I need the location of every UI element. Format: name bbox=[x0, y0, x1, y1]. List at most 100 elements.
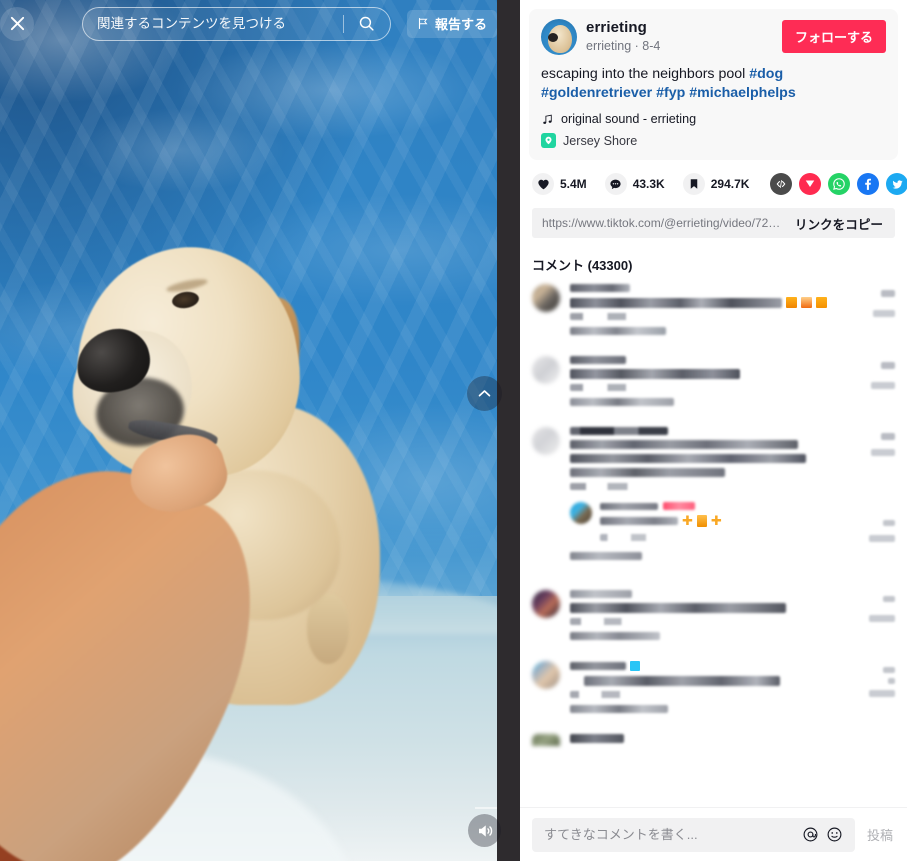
avatar-dog-nose bbox=[548, 33, 558, 42]
copy-link-button[interactable]: リンクをコピー bbox=[783, 214, 895, 233]
comment-item[interactable] bbox=[532, 661, 895, 718]
comment-like-column[interactable] bbox=[871, 433, 895, 461]
post-meta-card: errieting errieting · 8-4 フォローする escapin… bbox=[529, 9, 898, 160]
comment-avatar[interactable] bbox=[532, 284, 560, 312]
reply-text-redacted bbox=[600, 516, 678, 525]
caption-text: escaping into the neighbors pool bbox=[541, 66, 750, 82]
volume-button[interactable] bbox=[468, 814, 501, 847]
embed-code-icon[interactable] bbox=[770, 173, 793, 195]
comment-count: 43.3K bbox=[632, 177, 665, 191]
comment-body: ✚ ✚ bbox=[570, 427, 895, 574]
comment-username-redacted bbox=[570, 427, 668, 435]
tiktok-video-modal: 報告する errieting bbox=[0, 0, 907, 861]
comment-actions-redacted[interactable] bbox=[570, 327, 666, 335]
send-to-friends-icon[interactable] bbox=[799, 173, 822, 195]
comment-meta-redacted bbox=[570, 691, 636, 698]
comment-like-column[interactable] bbox=[869, 596, 895, 627]
reply-emoji-3: ✚ bbox=[710, 513, 722, 528]
reply-emoji-2 bbox=[696, 514, 707, 527]
avatar[interactable] bbox=[541, 19, 577, 55]
author-handle-date: errieting · 8-4 bbox=[586, 39, 661, 53]
bookmark-icon bbox=[682, 173, 705, 195]
hashtag-fyp[interactable]: #fyp bbox=[656, 85, 685, 101]
comment-body bbox=[570, 356, 895, 411]
previous-video-button[interactable] bbox=[467, 376, 502, 411]
reply-avatar[interactable] bbox=[570, 502, 592, 524]
comment-username-redacted bbox=[570, 734, 624, 743]
at-mention-icon[interactable] bbox=[799, 823, 823, 847]
like-stat[interactable]: 5.4M bbox=[532, 173, 587, 195]
close-button[interactable] bbox=[0, 6, 34, 41]
location-pin-icon bbox=[541, 133, 556, 148]
comment-item[interactable] bbox=[532, 284, 895, 340]
comment-item[interactable]: ✚ ✚ bbox=[532, 427, 895, 574]
comment-actions-redacted[interactable] bbox=[570, 398, 674, 406]
comment-avatar[interactable] bbox=[532, 661, 560, 689]
emoji-smiley-icon[interactable] bbox=[823, 823, 847, 847]
comment-meta-redacted bbox=[570, 313, 642, 320]
comment-flag-emoji bbox=[630, 661, 640, 671]
comment-like-column[interactable] bbox=[873, 290, 895, 322]
search-icon bbox=[360, 16, 375, 31]
comment-actions-redacted[interactable] bbox=[570, 705, 668, 713]
comment-meta-redacted bbox=[570, 483, 642, 490]
comment-text-input[interactable] bbox=[544, 827, 799, 842]
post-caption: escaping into the neighbors pool #dog #g… bbox=[541, 65, 886, 103]
comment-like-column[interactable] bbox=[871, 362, 895, 394]
comment-bubble-icon bbox=[604, 173, 627, 195]
comment-avatar[interactable] bbox=[532, 427, 560, 455]
comment-text-redacted bbox=[570, 369, 740, 379]
related-content-search[interactable] bbox=[82, 6, 391, 41]
comment-item[interactable] bbox=[532, 590, 895, 645]
hashtag-dog[interactable]: #dog bbox=[749, 66, 783, 82]
twitter-icon[interactable] bbox=[886, 173, 907, 195]
comment-actions-redacted[interactable] bbox=[570, 632, 660, 640]
video-pane: 報告する bbox=[0, 0, 520, 861]
report-button[interactable]: 報告する bbox=[406, 9, 497, 38]
whatsapp-icon[interactable] bbox=[828, 173, 851, 195]
close-icon bbox=[10, 16, 24, 31]
reply-meta-redacted bbox=[600, 534, 662, 541]
hashtag-goldenretriever[interactable]: #goldenretriever bbox=[541, 85, 652, 101]
bookmark-stat[interactable]: 294.7K bbox=[682, 173, 750, 195]
comment-emoji-3 bbox=[816, 297, 827, 308]
comment-body bbox=[570, 284, 895, 340]
comment-username-redacted bbox=[570, 590, 632, 598]
reply-like-column[interactable] bbox=[869, 520, 895, 547]
video-player[interactable] bbox=[0, 0, 497, 861]
comment-emoji-2 bbox=[801, 297, 812, 308]
hashtag-michaelphelps[interactable]: #michaelphelps bbox=[689, 85, 795, 101]
video-progress-bar[interactable] bbox=[475, 807, 497, 809]
search-input[interactable] bbox=[83, 16, 343, 31]
comment-like-column[interactable] bbox=[869, 667, 895, 702]
comment-body bbox=[570, 590, 895, 645]
post-comment-button[interactable]: 投稿 bbox=[865, 825, 895, 844]
video-url-text[interactable]: https://www.tiktok.com/@errieting/video/… bbox=[532, 216, 783, 230]
comment-text-redacted bbox=[584, 676, 780, 686]
comment-avatar[interactable] bbox=[532, 734, 560, 746]
comment-avatar[interactable] bbox=[532, 590, 560, 618]
comment-avatar[interactable] bbox=[532, 356, 560, 384]
author-username[interactable]: errieting bbox=[586, 19, 782, 37]
comment-text-line-2 bbox=[570, 454, 806, 463]
comment-input-bar: 投稿 bbox=[520, 807, 907, 861]
comment-reply-item[interactable]: ✚ ✚ bbox=[570, 502, 895, 546]
comment-text-redacted bbox=[570, 297, 782, 308]
comments-list[interactable]: ✚ ✚ bbox=[520, 274, 907, 807]
comment-stat[interactable]: 43.3K bbox=[604, 173, 665, 195]
comment-item[interactable] bbox=[532, 734, 895, 748]
comment-input-field[interactable] bbox=[532, 817, 855, 852]
bookmark-count: 294.7K bbox=[710, 177, 750, 191]
view-more-replies-redacted[interactable] bbox=[570, 552, 642, 560]
music-row[interactable]: original sound - errieting bbox=[541, 112, 886, 126]
comment-username-redacted bbox=[570, 284, 630, 292]
comment-item[interactable] bbox=[532, 356, 895, 411]
search-button[interactable] bbox=[344, 8, 390, 40]
video-info-panel: errieting errieting · 8-4 フォローする escapin… bbox=[520, 0, 907, 861]
location-row[interactable]: Jersey Shore bbox=[541, 133, 886, 148]
comment-username-redacted bbox=[570, 356, 626, 364]
comment-username-redacted bbox=[570, 662, 626, 670]
facebook-icon[interactable] bbox=[857, 173, 880, 195]
follow-button[interactable]: フォローする bbox=[781, 20, 886, 53]
reply-username-redacted bbox=[600, 502, 658, 510]
